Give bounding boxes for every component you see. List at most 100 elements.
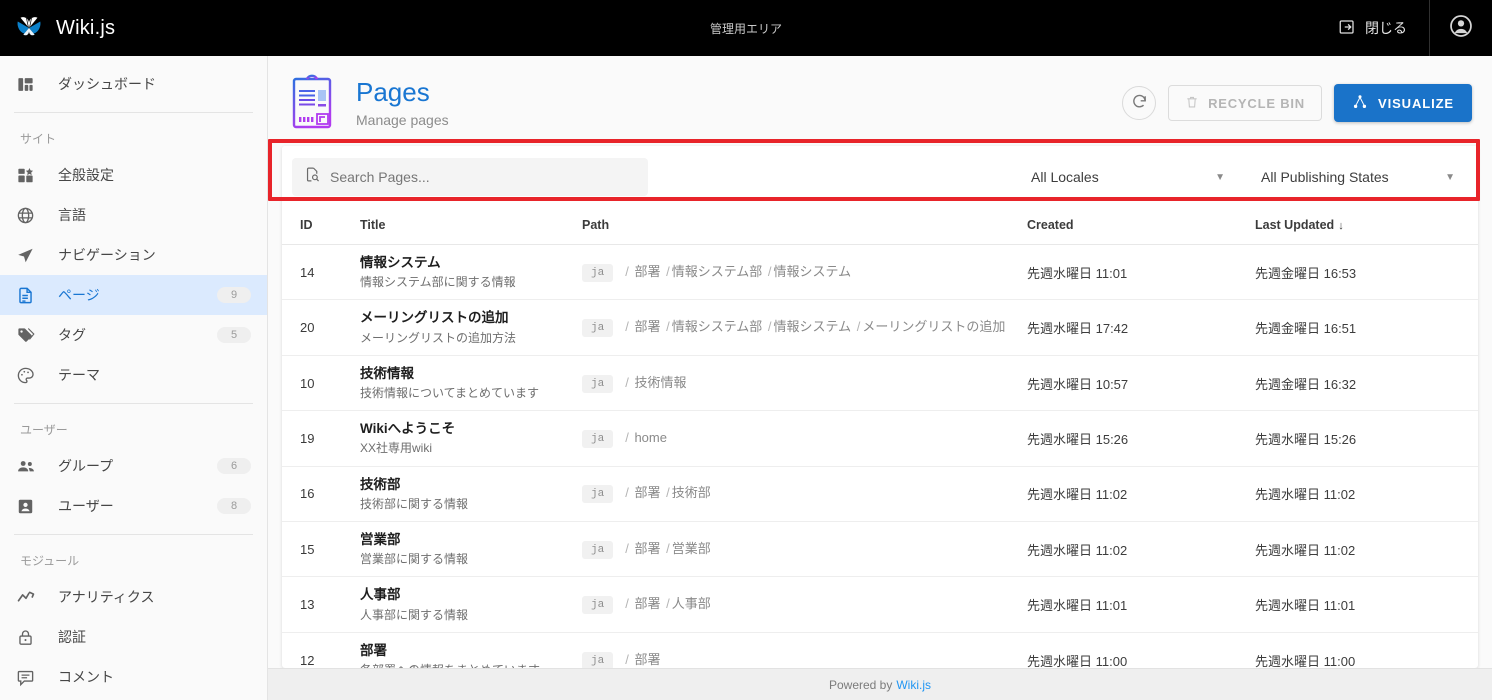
sidebar-item-comment[interactable]: コメント [0,657,267,697]
cell-id: 15 [282,521,360,578]
refresh-button[interactable] [1122,86,1157,120]
cell-path: ja / home [582,410,1027,467]
sidebar-item-file-document[interactable]: ページ 9 [0,275,267,315]
column-header-id[interactable]: ID [282,208,360,245]
row-description: 情報システム部に関する情報 [360,275,516,290]
cell-updated: 先週水曜日 11:00 [1255,632,1478,668]
table-row[interactable]: 19 Wikiへようこそ XX社専用wiki ja / home 先週水曜日 15:26 先… [282,410,1478,467]
row-title: 人事部 [360,587,401,603]
search-input[interactable] [330,169,636,185]
sidebar-item-chart-line[interactable]: アナリティクス [0,577,267,617]
table-row[interactable]: 12部署各部署への情報をまとめていますja / 部署 先週水曜日 11:00先週水曜… [282,632,1478,668]
cell-created: 先週水曜日 11:02 [1027,466,1255,523]
cell-path: ja / 部署 / 情報システム部 / 情報システム / メーリングリストの追加 [582,299,1027,356]
footer: Powered by Wiki.js [268,668,1492,700]
brand-area[interactable]: Wiki.js [0,13,115,43]
sidebar-item-tune[interactable]: 全般設定 [0,155,267,195]
publishing-state-select[interactable]: All Publishing States ▼ [1248,158,1468,196]
cell-updated: 先週金曜日 16:53 [1255,245,1478,301]
tune-icon [16,166,44,185]
table-row[interactable]: 14 情報システム 情報システム部に関する情報 ja / 部署 / 情報システム部 / 情報… [282,245,1478,301]
column-header-last-updated[interactable]: Last Updated ↓ [1255,208,1478,245]
sidebar-subheader: モジュール [20,553,80,568]
row-path: / 部署 / 営業部 [625,540,711,556]
sidebar-item-palette[interactable]: テーマ [0,355,267,395]
account-circle-icon [1448,13,1474,44]
table-row[interactable]: 15 営業部 営業部に関する情報 ja / 部署 / 営業部 先週水曜日 11:02 先週水曜… [282,521,1478,578]
locale-select-value: All Locales [1031,169,1099,185]
cell-updated: 先週水曜日 11:01 [1255,576,1478,633]
cell-path: ja / 部署 / 情報システム部 / 情報システム [582,245,1027,301]
cell-created: 先週水曜日 11:00 [1027,632,1255,668]
table-row[interactable]: 16 技術部 技術部に関する情報 ja / 部署 / 技術部 先週水曜日 11:02 先週水曜… [282,466,1478,523]
cell-created: 先週水曜日 17:42 [1027,299,1255,356]
sidebar-item-account-group[interactable]: グループ 6 [0,446,267,486]
refresh-icon [1131,93,1148,113]
cell-id: 16 [282,466,360,523]
locale-select[interactable]: All Locales ▼ [1018,158,1238,196]
dashboard-icon [16,75,44,94]
lock-icon [16,628,44,647]
row-title: Wikiへようこそ [360,421,456,437]
table-header-row: ID Title Path Created Last Updated ↓ [282,208,1478,245]
table-row[interactable]: 10 技術情報 技術情報についてまとめています ja / 技術情報 先週水曜日 10:57… [282,355,1478,412]
sidebar-item-dashboard[interactable]: ダッシュボード [0,64,267,104]
close-button[interactable]: 閉じる [1316,0,1429,56]
locale-badge: ja [582,429,614,448]
sidebar-item-label: 言語 [58,207,86,223]
row-title: 技術情報 [360,365,414,381]
locale-badge: ja [582,263,614,282]
cell-updated: 先週水曜日 11:02 [1255,466,1478,523]
sidebar-item-label: グループ [58,458,114,474]
chevron-down-icon: ▼ [1445,171,1455,183]
locale-badge: ja [582,485,614,504]
row-description: XX社専用wiki [360,441,433,456]
pages-table-scroll[interactable]: 14 情報システム 情報システム部に関する情報 ja / 部署 / 情報システム部 / 情報… [282,245,1478,668]
globe-icon [16,206,44,225]
row-title: メーリングリストの追加 [360,310,509,326]
row-title: 営業部 [360,532,401,548]
row-path: / 部署 / 人事部 [625,596,711,612]
cell-created: 先週水曜日 11:01 [1027,576,1255,633]
cell-title: 情報システム 情報システム部に関する情報 [360,245,582,301]
account-group-icon [16,456,44,476]
brand-title: Wiki.js [56,16,116,39]
cell-path: ja / 技術情報 [582,355,1027,412]
chevron-down-icon: ▼ [1215,171,1225,183]
cell-path: ja / 部署 [582,632,1027,668]
sidebar: ダッシュボード サイト全般設定言語ナビゲーション ページ 9 タグ 5 テーマユーザーグル… [0,56,268,700]
sidebar-subheader: サイト [20,131,57,146]
column-header-title[interactable]: Title [360,208,582,245]
visualize-button[interactable]: VISUALIZE [1334,84,1472,122]
table-row[interactable]: 13 人事部 人事部に関する情報 ja / 部署 / 人事部 先週水曜日 11:01 先週水曜… [282,576,1478,633]
sidebar-item-label: タグ [58,327,86,343]
sidebar-subheader: ユーザー [20,422,68,437]
filters-row: All Locales ▼ All Publishing States ▼ [282,146,1478,208]
sidebar-item-lock[interactable]: 認証 [0,617,267,657]
cell-title: 技術情報技術情報についてまとめています [360,355,582,412]
cell-id: 13 [282,576,360,633]
sidebar-divider [14,534,253,535]
sidebar-item-tag[interactable]: タグ 5 [0,315,267,355]
top-bar-right: 閉じる [1316,0,1492,56]
cell-updated: 先週金曜日 16:51 [1255,299,1478,356]
row-description: 技術情報についてまとめています [360,386,540,401]
sidebar-divider [14,112,253,113]
navigation-icon [16,246,44,265]
sidebar-item-globe[interactable]: 言語 [0,195,267,235]
search-pages-box[interactable] [292,158,648,196]
cell-created: 先週水曜日 10:57 [1027,355,1255,412]
column-header-created[interactable]: Created [1027,208,1255,245]
sidebar-item-navigation[interactable]: ナビゲーション [0,235,267,275]
pages-card: All Locales ▼ All Publishing States ▼ [282,146,1478,668]
cell-created: 先週水曜日 11:02 [1027,521,1255,578]
sidebar-item-account-box[interactable]: ユーザー 8 [0,486,267,526]
account-box-icon [16,497,44,516]
column-header-path[interactable]: Path [582,208,1027,245]
account-button[interactable] [1430,0,1492,56]
arrow-down-icon: ↓ [1338,220,1344,232]
recycle-bin-button[interactable]: RECYCLE BIN [1168,85,1322,121]
cell-id: 19 [282,410,360,467]
footer-link[interactable]: Wiki.js [896,678,931,692]
table-row[interactable]: 20 メーリングリストの追加 メーリングリストの追加方法 ja / 部署 / 情報システム… [282,299,1478,356]
